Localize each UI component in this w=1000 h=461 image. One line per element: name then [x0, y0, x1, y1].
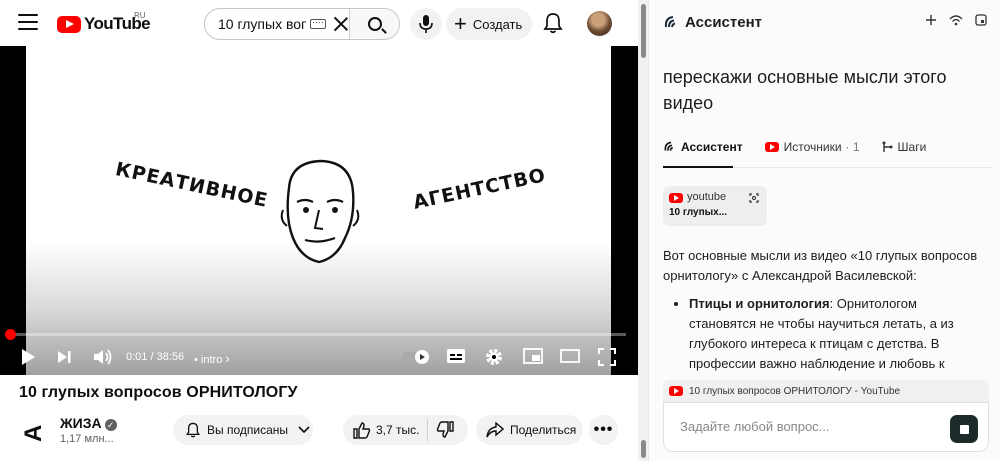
tab-assistant-label: Ассистент	[681, 140, 743, 154]
assistant-panel: Ассистент перескажи основные мысли этого…	[648, 0, 1000, 461]
share-label: Поделиться	[510, 423, 577, 437]
user-query: перескажи основные мысли этого видео	[663, 67, 947, 113]
chapter-label: • intro	[194, 354, 223, 366]
share-button[interactable]: Поделиться	[476, 415, 583, 445]
create-button[interactable]: + Создать	[446, 8, 532, 40]
bell-icon	[185, 422, 201, 438]
keyboard-icon[interactable]	[310, 19, 326, 29]
share-icon	[486, 422, 504, 438]
like-count[interactable]: 3,7 тыс.	[376, 423, 419, 437]
answer-bullet: Птицы и орнитология: Орнитологом становя…	[689, 294, 983, 394]
stop-icon	[959, 424, 969, 434]
more-icon: •••	[593, 421, 614, 438]
video-art-text-right: АГЕНТСТВО	[411, 164, 549, 214]
fullscreen-icon[interactable]	[598, 348, 616, 366]
chevron-down-icon	[298, 426, 310, 434]
chevron-right-icon: ›	[225, 351, 230, 366]
answer-intro: Вот основные мысли из видео «10 глупых в…	[663, 248, 978, 283]
verified-badge-icon: ✓	[104, 419, 117, 431]
player-controls: 0:01 / 38:56 • intro ›	[0, 342, 638, 372]
steps-icon	[882, 141, 893, 152]
chapter-title[interactable]: • intro ›	[194, 351, 230, 366]
youtube-context-icon	[669, 386, 683, 396]
time-display: 0:01 / 38:56	[126, 351, 185, 363]
youtube-page: YouTube RU + Создать	[0, 0, 638, 461]
assistant-title: Ассистент	[685, 14, 762, 31]
scrollbar-thumb-bottom[interactable]	[641, 440, 646, 458]
channel-name[interactable]: ЖИЗА ✓	[60, 415, 117, 431]
youtube-source-icon	[764, 142, 779, 152]
like-icon[interactable]	[353, 421, 371, 439]
microphone-icon	[419, 15, 433, 33]
ask-box	[663, 402, 989, 452]
settings-gear-icon[interactable]	[485, 348, 503, 366]
user-avatar[interactable]	[587, 11, 612, 36]
create-label: Создать	[472, 16, 523, 32]
stop-generation-button[interactable]	[950, 415, 978, 443]
tab-sources[interactable]: Источники · 1	[764, 138, 860, 167]
search-button[interactable]	[349, 9, 399, 39]
miniplayer-icon[interactable]	[523, 348, 543, 364]
assistant-header: Ассистент	[649, 0, 1000, 44]
menu-icon[interactable]	[18, 14, 38, 32]
answer-bullets: Птицы и орнитология: Орнитологом становя…	[663, 294, 983, 394]
more-actions-button[interactable]: •••	[589, 415, 618, 445]
tab-steps[interactable]: Шаги	[882, 138, 927, 167]
new-chat-plus-icon[interactable]	[925, 14, 937, 26]
notifications-bell-icon[interactable]	[543, 12, 563, 34]
autoplay-toggle[interactable]	[402, 350, 432, 364]
progress-bar[interactable]	[10, 333, 626, 336]
page-context-chip[interactable]: 10 глупых вопросов ОРНИТОЛОГУ - YouTube	[663, 380, 989, 402]
search-input[interactable]	[218, 16, 306, 32]
scrollbar-thumb[interactable]	[641, 4, 646, 58]
source-name: youtube	[687, 191, 727, 203]
like-divider	[427, 419, 429, 441]
plus-icon: +	[454, 11, 467, 36]
voice-search-button[interactable]	[410, 8, 442, 40]
wifi-signal-icon[interactable]	[949, 14, 963, 26]
search-box	[204, 8, 400, 40]
region-badge: RU	[134, 11, 146, 20]
ask-input[interactable]	[680, 419, 930, 434]
panel-window-icon[interactable]	[975, 14, 987, 26]
page-scrollbar[interactable]	[638, 0, 648, 461]
source-title: 10 глупых...	[669, 207, 728, 218]
video-frame[interactable]: КРЕАТИВНОЕ АГЕНТСТВО	[26, 46, 611, 375]
clear-search-icon[interactable]	[332, 15, 350, 33]
video-title: 10 глупых вопросов ОРНИТОЛОГУ	[19, 384, 298, 401]
theater-mode-icon[interactable]	[560, 348, 580, 364]
volume-icon[interactable]	[93, 348, 113, 366]
bullet-term: Птицы и орнитология	[689, 296, 830, 311]
youtube-source-icon	[669, 193, 683, 203]
tab-sources-label: Источники	[783, 140, 842, 154]
tab-assistant[interactable]: Ассистент	[663, 138, 743, 168]
youtube-header: YouTube RU + Создать	[0, 0, 638, 46]
tab-sources-count: · 1	[845, 140, 860, 154]
subscribe-label: Вы подписаны	[207, 423, 288, 437]
subscriber-count: 1,17 млн...	[60, 433, 114, 445]
face-illustration	[280, 159, 360, 264]
dislike-icon[interactable]	[436, 421, 455, 439]
assistant-logo-icon	[664, 16, 676, 28]
search-icon	[367, 17, 382, 31]
like-dislike-group: 3,7 тыс.	[343, 415, 468, 445]
scan-icon[interactable]	[749, 193, 759, 203]
tab-steps-label: Шаги	[897, 140, 927, 154]
page-context-label: 10 глупых вопросов ОРНИТОЛОГУ - YouTube	[689, 385, 901, 397]
next-icon[interactable]	[56, 348, 72, 366]
play-icon[interactable]	[20, 348, 36, 366]
subscribe-button[interactable]: Вы подписаны	[173, 415, 313, 445]
subtitles-icon[interactable]	[446, 348, 466, 364]
assistant-tabs: Ассистент Источники · 1 Шаги	[663, 138, 993, 168]
assistant-tab-icon	[664, 141, 673, 151]
video-player[interactable]: КРЕАТИВНОЕ АГЕНТСТВО 0:01 / 38:56 • intr…	[0, 46, 638, 375]
assistant-answer: Вот основные мысли из видео «10 глупых в…	[663, 246, 983, 396]
channel-avatar[interactable]: A	[20, 418, 47, 442]
scrubber-handle[interactable]	[5, 329, 16, 340]
channel-name-text: ЖИЗА	[60, 415, 102, 431]
source-card[interactable]: youtube 10 глупых...	[663, 186, 767, 226]
video-art-text-left: КРЕАТИВНОЕ	[113, 158, 271, 212]
youtube-play-icon	[57, 15, 81, 33]
